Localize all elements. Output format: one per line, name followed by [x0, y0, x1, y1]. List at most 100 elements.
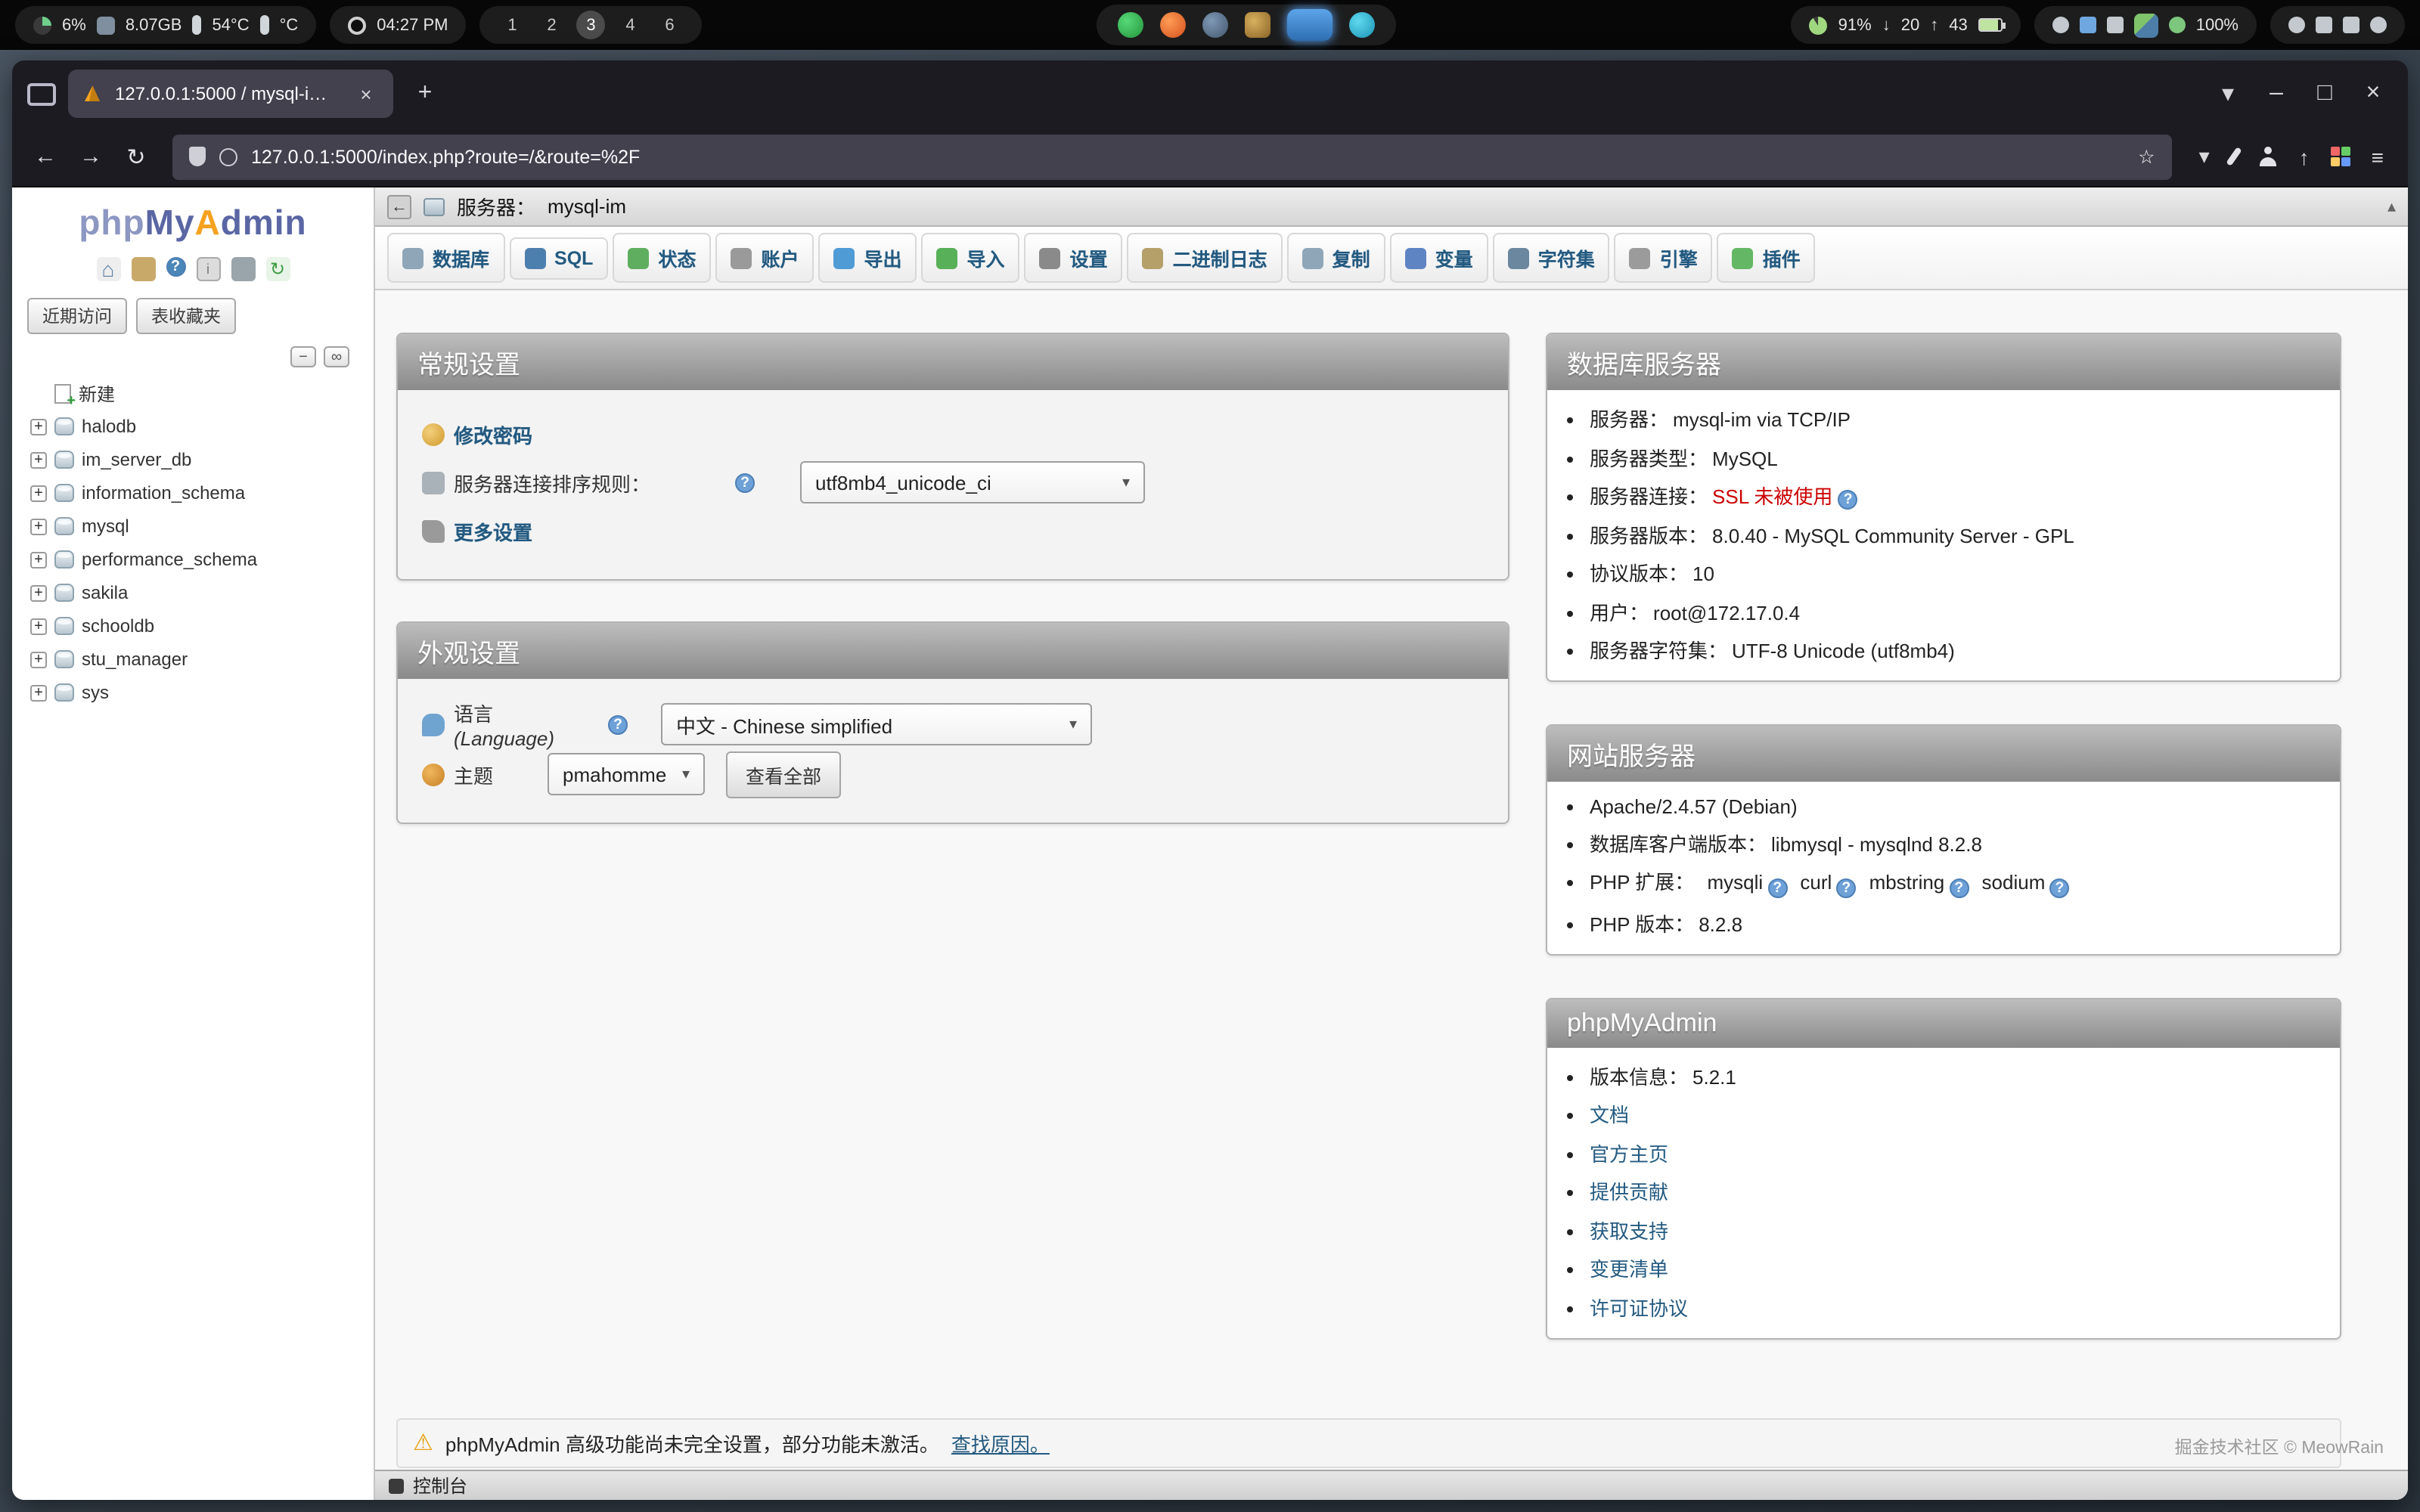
extension-help-icon[interactable]: ?: [1836, 878, 1856, 898]
tab-charsets[interactable]: 字符集: [1493, 233, 1610, 283]
list-tabs-icon[interactable]: ▾: [2208, 74, 2248, 113]
language-select[interactable]: 中文 - Chinese simplified ▾: [661, 703, 1092, 745]
expand-icon[interactable]: +: [30, 485, 47, 501]
workspace-6[interactable]: 6: [655, 11, 684, 39]
power-icon[interactable]: [2370, 17, 2387, 33]
documentation-link[interactable]: 文档: [1590, 1104, 1629, 1126]
workspace-4[interactable]: 4: [616, 11, 644, 39]
change-password-link[interactable]: 修改密码: [454, 420, 532, 448]
help-icon[interactable]: ?: [166, 257, 185, 277]
reload-button[interactable]: ↻: [115, 135, 157, 178]
tab-replication[interactable]: 复制: [1287, 233, 1385, 283]
console-bar[interactable]: 控制台: [375, 1470, 2408, 1500]
share-icon[interactable]: ↑: [2299, 144, 2310, 169]
link-databases-icon[interactable]: ∞: [324, 346, 349, 367]
license-link[interactable]: 许可证协议: [1590, 1297, 1688, 1319]
expand-icon[interactable]: +: [30, 451, 47, 468]
tab-close-icon[interactable]: ×: [352, 80, 380, 107]
expand-icon[interactable]: +: [30, 651, 47, 668]
firefox-view-icon[interactable]: [27, 82, 56, 105]
scroll-top-icon[interactable]: ▴: [2387, 197, 2396, 216]
tab-variables[interactable]: 变量: [1390, 233, 1488, 283]
new-tab-button[interactable]: +: [405, 74, 445, 113]
tab-export[interactable]: 导出: [819, 233, 917, 283]
bluetooth-icon[interactable]: [2080, 17, 2096, 33]
home-icon[interactable]: ⌂: [96, 257, 120, 281]
collation-select[interactable]: utf8mb4_unicode_ci ▾: [800, 461, 1145, 503]
files-app-icon[interactable]: [1246, 12, 1271, 38]
theme-select[interactable]: pmahomme ▾: [548, 753, 705, 795]
tree-item-stu_manager[interactable]: + stu_manager: [30, 643, 374, 676]
account-icon[interactable]: [2258, 147, 2278, 166]
tab-engines[interactable]: 引擎: [1615, 233, 1713, 283]
documentation-icon[interactable]: i: [196, 257, 220, 281]
forward-button[interactable]: →: [70, 135, 112, 178]
url-bar[interactable]: 127.0.0.1:5000/index.php?route=/&route=%…: [172, 134, 2172, 179]
minimize-button[interactable]: –: [2257, 74, 2296, 113]
url-text[interactable]: 127.0.0.1:5000/index.php?route=/&route=%…: [251, 146, 2124, 167]
recent-tables-button[interactable]: 近期访问: [27, 298, 127, 334]
workspace-1[interactable]: 1: [498, 11, 526, 39]
collation-help-icon[interactable]: ?: [735, 472, 755, 492]
tree-item-halodb[interactable]: + halodb: [30, 410, 374, 443]
changelog-link[interactable]: 变更清单: [1590, 1258, 1668, 1281]
tab-databases[interactable]: 数据库: [387, 233, 504, 283]
volume-icon[interactable]: [2107, 17, 2124, 33]
collapse-all-icon[interactable]: −: [290, 346, 316, 367]
workspace-2[interactable]: 2: [537, 11, 566, 39]
favorite-tables-button[interactable]: 表收藏夹: [136, 298, 236, 334]
maximize-button[interactable]: □: [2305, 74, 2344, 113]
menu-icon[interactable]: ≡: [2372, 144, 2384, 169]
active-app-icon[interactable]: [1288, 9, 1333, 41]
tab-sql[interactable]: SQL: [509, 237, 608, 279]
view-all-themes-button[interactable]: 查看全部: [726, 751, 841, 798]
language-help-icon[interactable]: ?: [608, 714, 628, 734]
bookmark-star-icon[interactable]: ☆: [2138, 145, 2155, 168]
ssl-help-icon[interactable]: ?: [1838, 490, 1858, 510]
display-icon[interactable]: [2316, 17, 2332, 33]
developer-tools-icon[interactable]: [2226, 147, 2242, 166]
tab-accounts[interactable]: 账户: [715, 233, 814, 283]
tree-item-performance_schema[interactable]: + performance_schema: [30, 543, 374, 576]
wifi-icon[interactable]: [2052, 17, 2069, 33]
extension-icon[interactable]: [2331, 147, 2350, 166]
tab-plugins[interactable]: 插件: [1717, 233, 1816, 283]
refresh-icon[interactable]: ↻: [265, 257, 290, 281]
tab-binary-log[interactable]: 二进制日志: [1128, 233, 1283, 283]
tab-settings[interactable]: 设置: [1025, 233, 1123, 283]
tree-item-sakila[interactable]: + sakila: [30, 576, 374, 609]
expand-icon[interactable]: +: [30, 418, 47, 435]
tree-item-mysql[interactable]: + mysql: [30, 510, 374, 543]
tree-item-im_server_db[interactable]: + im_server_db: [30, 443, 374, 476]
expand-icon[interactable]: +: [30, 584, 47, 601]
terminal-app-icon[interactable]: [1203, 12, 1229, 38]
tree-item-information_schema[interactable]: + information_schema: [30, 476, 374, 510]
user-avatar[interactable]: [2134, 13, 2158, 37]
get-support-link[interactable]: 获取支持: [1590, 1219, 1668, 1242]
clock-widget[interactable]: 04:27 PM: [330, 6, 466, 44]
workspace-3-active[interactable]: 3: [576, 11, 605, 39]
notifications-icon[interactable]: [2288, 17, 2305, 33]
more-settings-link[interactable]: 更多设置: [454, 516, 532, 545]
tracking-protection-icon[interactable]: [189, 147, 206, 166]
extension-help-icon[interactable]: ?: [2049, 878, 2069, 898]
browser-tab-active[interactable]: 127.0.0.1:5000 / mysql-im | p ×: [68, 70, 393, 118]
expand-icon[interactable]: +: [30, 518, 47, 534]
tree-item-new-database[interactable]: 新建: [30, 376, 374, 410]
chat-app-icon[interactable]: [1118, 12, 1144, 38]
site-security-icon[interactable]: [219, 147, 237, 166]
expand-icon[interactable]: +: [30, 684, 47, 701]
extension-help-icon[interactable]: ?: [1767, 878, 1787, 898]
official-homepage-link[interactable]: 官方主页: [1590, 1142, 1668, 1165]
settings-gear-icon[interactable]: [231, 257, 255, 281]
tree-item-sys[interactable]: + sys: [30, 676, 374, 709]
logout-icon[interactable]: [131, 257, 155, 281]
back-button[interactable]: ←: [24, 135, 67, 178]
find-out-why-link[interactable]: 查找原因。: [951, 1428, 1050, 1457]
expand-icon[interactable]: +: [30, 551, 47, 568]
browser-app-icon[interactable]: [1161, 12, 1187, 38]
tab-import[interactable]: 导入: [922, 233, 1020, 283]
collapse-sidebar-icon[interactable]: ←: [387, 194, 411, 218]
phpmyadmin-logo[interactable]: phpMyAdmin: [12, 187, 374, 246]
contribute-link[interactable]: 提供贡献: [1590, 1181, 1668, 1204]
